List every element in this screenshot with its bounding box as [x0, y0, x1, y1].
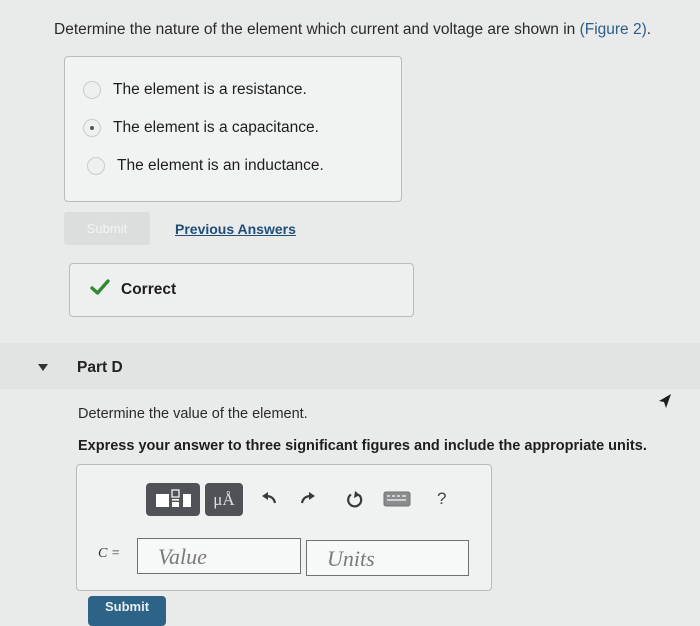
instruction-text: Determine the value of the element.	[78, 406, 308, 422]
undo-icon[interactable]	[259, 490, 279, 506]
radio-selected-dot	[90, 126, 94, 130]
question-text: Determine the nature of the element whic…	[54, 21, 651, 39]
choice-resistance[interactable]: The element is a resistance.	[83, 81, 307, 99]
submit-button[interactable]: Submit	[64, 212, 150, 245]
variable-label: C =	[98, 546, 121, 561]
figure-link[interactable]: (Figure 2)	[580, 21, 647, 38]
choice-list: The element is a resistance. The element…	[64, 56, 402, 202]
feedback-label: Correct	[121, 281, 177, 298]
redo-icon[interactable]	[298, 490, 318, 506]
templates-button[interactable]	[146, 483, 200, 516]
radio-button[interactable]	[83, 81, 101, 99]
feedback-box: Correct	[69, 263, 414, 317]
collapse-triangle-icon[interactable]	[38, 364, 48, 371]
choice-label: The element is an inductance.	[117, 157, 324, 174]
part-label: Part D	[77, 359, 123, 376]
instruction-bold-text: Express your answer to three significant…	[78, 438, 647, 454]
radio-button-selected[interactable]	[83, 119, 101, 137]
checkmark-icon	[90, 279, 110, 295]
keyboard-icon[interactable]	[383, 491, 411, 507]
choice-inductance[interactable]: The element is an inductance.	[87, 157, 324, 175]
units-input[interactable]	[306, 540, 469, 576]
question-suffix: .	[646, 21, 652, 38]
units-button[interactable]: μÅ	[205, 483, 243, 516]
radio-button[interactable]	[87, 157, 105, 175]
previous-answers-link[interactable]: Previous Answers	[175, 221, 296, 237]
answer-submit-button[interactable]: Submit	[88, 596, 166, 626]
value-input[interactable]	[137, 538, 301, 574]
choice-label: The element is a resistance.	[113, 81, 307, 98]
templates-icon	[156, 489, 191, 507]
help-icon[interactable]: ?	[437, 489, 446, 509]
reset-icon[interactable]	[345, 490, 365, 510]
choice-label: The element is a capacitance.	[113, 119, 319, 136]
mouse-cursor-icon	[659, 394, 671, 408]
question-prefix: Determine the nature of the element whic…	[54, 21, 580, 38]
choice-capacitance[interactable]: The element is a capacitance.	[83, 119, 319, 137]
